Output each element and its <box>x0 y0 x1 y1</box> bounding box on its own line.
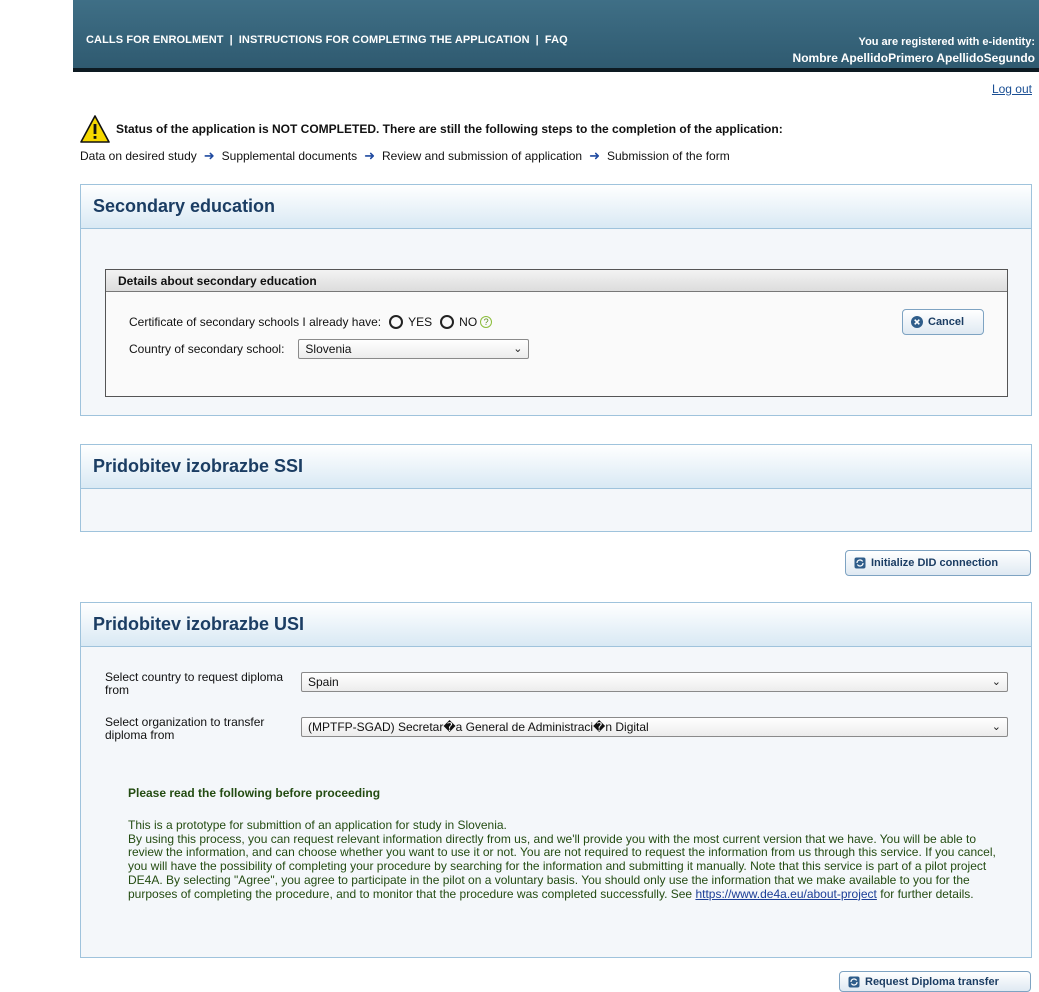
select-value: Spain <box>308 675 339 689</box>
help-icon[interactable]: ? <box>480 316 493 328</box>
country-of-school-select[interactable]: Slovenia ⌄ <box>298 339 530 359</box>
yes-radio-label[interactable]: YES <box>408 315 432 329</box>
close-circle-icon <box>911 316 923 328</box>
nav-separator: | <box>229 34 233 46</box>
cancel-button[interactable]: Cancel <box>902 309 984 335</box>
notice-tail: for further details. <box>880 886 974 901</box>
request-diploma-button[interactable]: Request Diploma transfer <box>839 971 1031 992</box>
usi-panel: Pridobitev izobrazbe USI Select country … <box>80 602 1032 958</box>
chevron-down-icon: ⌄ <box>991 676 1001 688</box>
initialize-did-label: Initialize DID connection <box>871 557 999 569</box>
chevron-down-icon: ⌄ <box>991 721 1001 733</box>
nav-instructions[interactable]: INSTRUCTIONS FOR COMPLETING THE APPLICAT… <box>239 34 530 46</box>
certificate-row: Certificate of secondary schools I alrea… <box>129 315 493 329</box>
panel-title: Pridobitev izobrazbe USI <box>93 614 305 634</box>
notice-text: This is a prototype for submittion of an… <box>128 818 1014 901</box>
cancel-button-label: Cancel <box>928 316 965 328</box>
panel-header: Pridobitev izobrazbe USI <box>81 603 1031 647</box>
organization-select[interactable]: (MPTFP-SGAD) Secretar�a General de Admin… <box>301 717 1008 737</box>
registered-label: You are registered with e-identity: <box>858 36 1035 48</box>
panel-title: Pridobitev izobrazbe SSI <box>93 456 304 476</box>
step-data-on-desired-study: Data on desired study <box>80 149 197 163</box>
certificate-label: Certificate of secondary schools I alrea… <box>129 315 382 329</box>
step-supplemental-documents: Supplemental documents <box>221 149 358 163</box>
panel-header: Secondary education <box>81 185 1031 229</box>
country-row: Country of secondary school: Slovenia ⌄ <box>129 339 530 359</box>
organization-row: Select organization to transfer diploma … <box>105 716 1008 742</box>
ssi-panel: Pridobitev izobrazbe SSI <box>80 444 1032 532</box>
panel-header: Pridobitev izobrazbe SSI <box>81 445 1031 489</box>
secondary-education-panel: Secondary education Details about second… <box>80 184 1032 416</box>
notice-intro: This is a prototype for submittion of an… <box>128 818 507 832</box>
application-steps: Data on desired study ➜ Supplemental doc… <box>80 148 730 164</box>
notice-title: Please read the following before proceed… <box>128 786 381 800</box>
request-diploma-label: Request Diploma transfer <box>865 975 999 988</box>
secondary-details-box: Details about secondary education Certif… <box>105 269 1008 397</box>
arrow-right-icon: ➜ <box>364 148 375 163</box>
warning-icon <box>80 115 110 143</box>
nav-faq[interactable]: FAQ <box>545 34 568 46</box>
arrow-right-icon: ➜ <box>589 148 600 163</box>
no-radio[interactable] <box>440 315 455 329</box>
application-status: Status of the application is NOT COMPLET… <box>80 114 783 144</box>
refresh-icon <box>854 557 866 569</box>
logout-link[interactable]: Log out <box>992 82 1032 96</box>
select-value: Slovenia <box>305 342 352 356</box>
about-project-link[interactable]: https://www.de4a.eu/about-project <box>695 887 876 901</box>
nav-calls-for-enrolment[interactable]: CALLS FOR ENROLMENT <box>86 34 224 46</box>
details-box-title: Details about secondary education <box>106 270 1007 292</box>
initialize-did-button[interactable]: Initialize DID connection <box>845 550 1031 576</box>
country-request-row: Select country to request diploma from S… <box>105 671 1008 697</box>
country-request-select[interactable]: Spain ⌄ <box>301 672 1008 692</box>
country-request-label: Select country to request diploma from <box>105 670 284 697</box>
organization-label: Select organization to transfer diploma … <box>105 715 265 742</box>
user-name: Nombre ApellidoPrimero ApellidoSegundo <box>792 51 1035 65</box>
select-value: (MPTFP-SGAD) Secretar�a General de Admin… <box>308 720 649 734</box>
step-review-submission: Review and submission of application <box>381 149 583 163</box>
top-navigation-bar: CALLS FOR ENROLMENT | INSTRUCTIONS FOR COM… <box>73 0 1039 72</box>
status-message: Status of the application is NOT COMPLET… <box>116 122 783 136</box>
top-nav-links: CALLS FOR ENROLMENT | INSTRUCTIONS FOR COM… <box>86 34 572 46</box>
refresh-icon <box>848 976 860 987</box>
step-submission-of-form: Submission of the form <box>607 149 730 163</box>
country-of-school-label: Country of secondary school: <box>129 342 285 356</box>
registration-info: You are registered with e-identity: Nomb… <box>793 34 1035 66</box>
no-radio-label[interactable]: NO <box>459 315 477 329</box>
chevron-down-icon: ⌄ <box>513 343 523 355</box>
panel-title: Secondary education <box>93 196 276 216</box>
nav-separator: | <box>535 34 539 46</box>
yes-radio[interactable] <box>389 315 404 329</box>
arrow-right-icon: ➜ <box>203 148 215 163</box>
